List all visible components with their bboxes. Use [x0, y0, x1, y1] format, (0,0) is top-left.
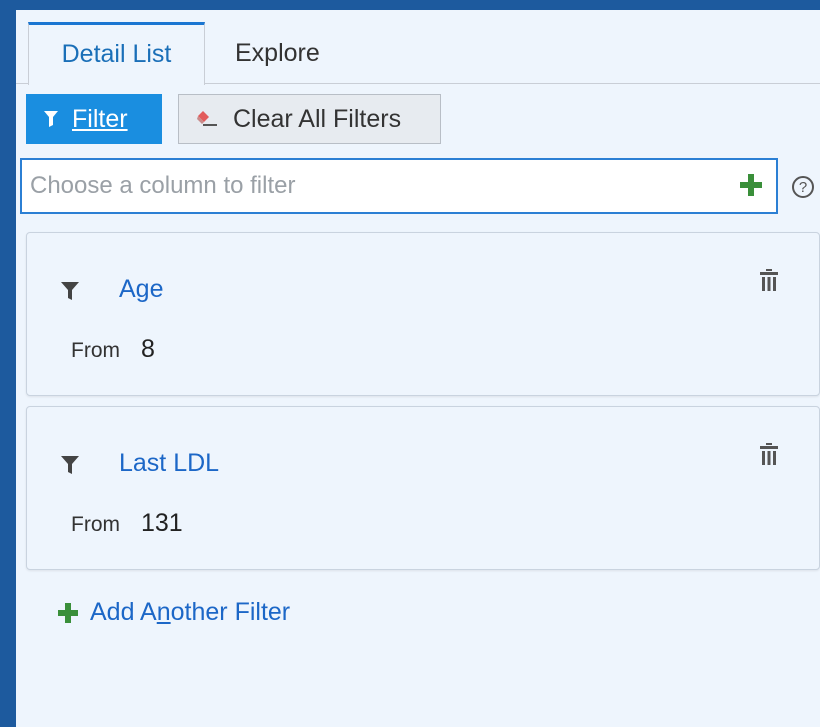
tab-explore[interactable]: Explore — [213, 22, 342, 84]
column-filter-search — [20, 158, 778, 214]
filter-card-age: Age From 8 — [26, 232, 820, 396]
tab-detail-list[interactable]: Detail List — [28, 22, 205, 85]
from-value: 131 — [141, 509, 183, 537]
filter-title-last-ldl[interactable]: Last LDL — [119, 449, 219, 478]
help-icon[interactable]: ? — [792, 176, 814, 198]
plus-icon[interactable] — [740, 174, 762, 196]
funnel-icon — [61, 456, 79, 474]
filter-panel: Detail List Explore Filter Clear All Fil… — [16, 10, 820, 727]
from-label: From — [71, 339, 120, 362]
filter-title-age[interactable]: Age — [119, 275, 163, 304]
trash-icon[interactable] — [760, 443, 778, 465]
filter-button[interactable]: Filter — [26, 94, 162, 144]
from-label: From — [71, 513, 120, 536]
filter-icon — [44, 111, 58, 127]
from-value: 8 — [141, 335, 155, 363]
plus-icon — [58, 602, 78, 623]
trash-icon[interactable] — [760, 269, 778, 291]
clear-all-filters-label: Clear All Filters — [233, 104, 402, 133]
column-search-input[interactable] — [30, 160, 720, 212]
eraser-icon — [197, 111, 217, 126]
funnel-icon — [61, 282, 79, 300]
add-another-filter-link[interactable]: Add Another Filter — [58, 598, 290, 627]
tab-bar: Detail List Explore — [16, 22, 820, 85]
clear-all-filters-button[interactable]: Clear All Filters — [178, 94, 441, 144]
filter-button-label: Filter — [72, 104, 128, 133]
add-another-filter-label: Add Another Filter — [90, 598, 291, 626]
filter-card-last-ldl: Last LDL From 131 — [26, 406, 820, 570]
